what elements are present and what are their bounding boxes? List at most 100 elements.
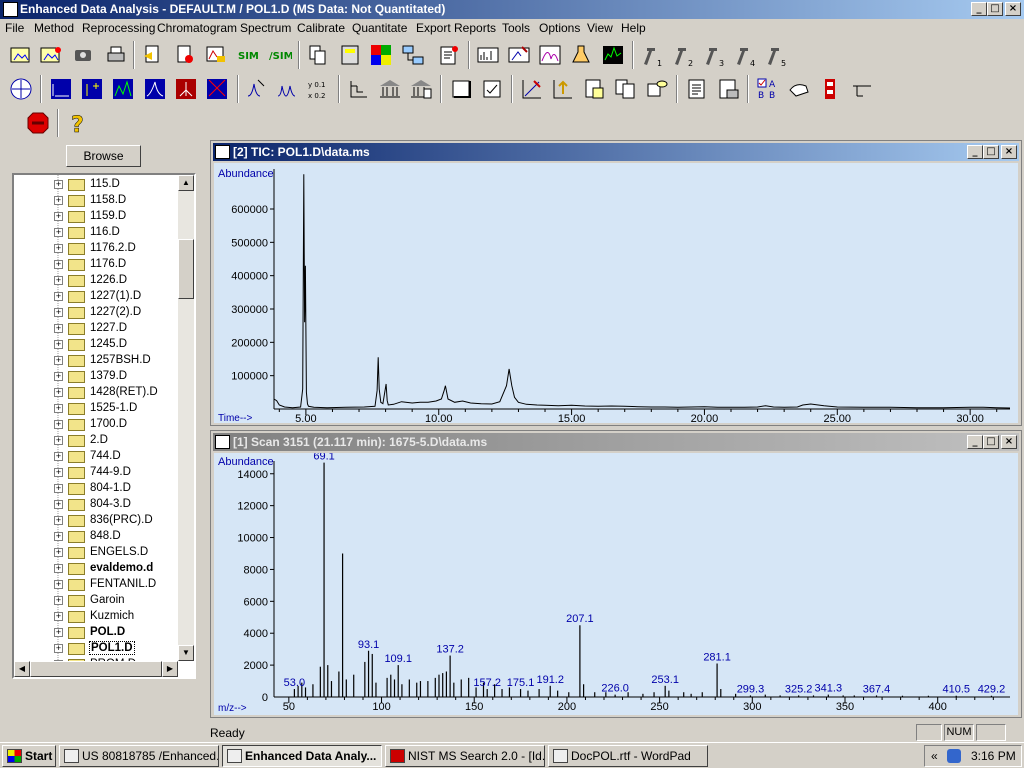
hammer-1-icon[interactable]: 1	[641, 42, 667, 68]
scan-close-button[interactable]: ×	[1001, 435, 1017, 449]
save-file-icon[interactable]	[172, 42, 198, 68]
expand-icon[interactable]: +	[54, 644, 63, 653]
spectrum-plot-area[interactable]: Abundance m/z--> 0 2000 4000 6000 8000 10000 120…	[214, 453, 1018, 715]
hammer-4-icon[interactable]: 4	[734, 42, 760, 68]
menu-help[interactable]: Help	[621, 21, 646, 35]
tic-plot-area[interactable]: Abundance Time--> 100000 200000 300000 400000…	[214, 163, 1018, 423]
expand-icon[interactable]: +	[54, 356, 63, 365]
library-search-icon[interactable]	[408, 76, 434, 102]
report-print-icon[interactable]	[715, 76, 741, 102]
expand-icon[interactable]: +	[54, 532, 63, 541]
sim-2-icon[interactable]: /SIM	[266, 42, 294, 68]
taskbar-item-enhanced-1[interactable]: US 80818785 /Enhanced...	[59, 745, 219, 767]
quant-db-icon[interactable]	[644, 76, 670, 102]
calibration-table-icon[interactable]	[581, 76, 607, 102]
menu-reprocessing[interactable]: Reprocessing	[82, 21, 155, 35]
chrom-peak-icon[interactable]	[142, 76, 168, 102]
tray-app-icon[interactable]	[947, 749, 961, 763]
expand-icon[interactable]: +	[54, 404, 63, 413]
menu-export-reports[interactable]: Export Reports	[416, 21, 496, 35]
scroll-left-button[interactable]: ◀	[14, 661, 30, 677]
expand-icon[interactable]: +	[54, 212, 63, 221]
compass-icon[interactable]	[8, 76, 34, 102]
edit-spectrum-icon[interactable]	[506, 42, 532, 68]
tic-minimize-button[interactable]: _	[967, 145, 983, 159]
tree-view-icon[interactable]	[346, 76, 372, 102]
expand-icon[interactable]: +	[54, 196, 63, 205]
sim-icon[interactable]: SIM	[235, 42, 261, 68]
scroll-thumb[interactable]	[178, 239, 194, 299]
menu-calibrate[interactable]: Calibrate	[297, 21, 345, 35]
print-icon[interactable]	[103, 42, 129, 68]
menu-tools[interactable]: Tools	[502, 21, 530, 35]
hscroll-thumb[interactable]	[30, 661, 162, 677]
maximize-button[interactable]: □	[987, 2, 1003, 16]
expand-icon[interactable]: +	[54, 180, 63, 189]
menu-method[interactable]: Method	[34, 21, 74, 35]
scan-maximize-button[interactable]: □	[983, 435, 999, 449]
browse-button[interactable]: Browse	[66, 145, 141, 167]
menu-view[interactable]: View	[587, 21, 613, 35]
scroll-up-button[interactable]: ▲	[178, 175, 194, 191]
abc-icon[interactable]: ABB	[755, 76, 781, 102]
chrom-overlay-icon[interactable]	[110, 76, 136, 102]
copy-file-icon[interactable]	[140, 42, 166, 68]
hammer-2-icon[interactable]: 2	[672, 42, 698, 68]
integrate-icon[interactable]	[203, 42, 229, 68]
calculator-icon[interactable]	[337, 42, 363, 68]
tree-horizontal-scrollbar[interactable]: ◀ ▶	[14, 661, 178, 677]
close-button[interactable]: ×	[1005, 2, 1021, 16]
menu-spectrum[interactable]: Spectrum	[240, 21, 291, 35]
color-palette-icon[interactable]	[368, 42, 394, 68]
expand-icon[interactable]: +	[54, 276, 63, 285]
stop-icon[interactable]	[25, 110, 51, 136]
peak-double-icon[interactable]	[275, 76, 301, 102]
expand-icon[interactable]: +	[54, 436, 63, 445]
menu-options[interactable]: Options	[539, 21, 580, 35]
xy-values-icon[interactable]: y 0.1 x 0.2	[306, 76, 332, 102]
hammer-3-icon[interactable]: 3	[703, 42, 729, 68]
checked-page-icon[interactable]	[479, 76, 505, 102]
menu-chromatogram[interactable]: Chromatogram	[157, 21, 237, 35]
expand-icon[interactable]: +	[54, 596, 63, 605]
expand-icon[interactable]: +	[54, 388, 63, 397]
expand-icon[interactable]: +	[54, 324, 63, 333]
expand-icon[interactable]: +	[54, 628, 63, 637]
expand-icon[interactable]: +	[54, 260, 63, 269]
spectrum-view-icon[interactable]	[475, 42, 501, 68]
expand-icon[interactable]: +	[54, 612, 63, 621]
snapshot-icon[interactable]	[70, 42, 96, 68]
menu-quantitate[interactable]: Quantitate	[352, 21, 407, 35]
hammer-5-icon[interactable]: 5	[765, 42, 791, 68]
tic-close-button[interactable]: ×	[1001, 145, 1017, 159]
calibration-up-icon[interactable]	[550, 76, 576, 102]
blank-page-icon[interactable]	[448, 76, 474, 102]
taskbar-item-enhanced-data-analysis[interactable]: Enhanced Data Analy...	[222, 745, 382, 767]
report-icon[interactable]	[436, 42, 462, 68]
expand-icon[interactable]: +	[54, 308, 63, 317]
expand-icon[interactable]: +	[54, 484, 63, 493]
taskbar-item-nist-ms-search[interactable]: NIST MS Search 2.0 - [Id...	[385, 745, 545, 767]
quant-copy-icon[interactable]	[612, 76, 638, 102]
report-page-icon[interactable]	[684, 76, 710, 102]
peak-select-icon[interactable]	[244, 76, 270, 102]
expand-icon[interactable]: +	[54, 340, 63, 349]
data-file-tree[interactable]: +115.D +1158.D +1159.D +116.D +1176.2.D +1176…	[12, 173, 196, 679]
expand-icon[interactable]: +	[54, 372, 63, 381]
chrom-add-icon[interactable]	[79, 76, 105, 102]
chrom-person-icon[interactable]	[173, 76, 199, 102]
scan-minimize-button[interactable]: _	[967, 435, 983, 449]
expand-icon[interactable]: +	[54, 244, 63, 253]
menu-file[interactable]: File	[5, 21, 24, 35]
expand-icon[interactable]: +	[54, 292, 63, 301]
expand-icon[interactable]: +	[54, 452, 63, 461]
integrate-line-icon[interactable]	[849, 76, 875, 102]
help-icon[interactable]: ?	[64, 110, 90, 139]
taskbar-item-wordpad[interactable]: DocPOL.rtf - WordPad	[548, 745, 708, 767]
minimize-button[interactable]: _	[971, 2, 987, 16]
start-button[interactable]: Start	[2, 745, 56, 767]
expand-icon[interactable]: +	[54, 516, 63, 525]
calibration-curve-icon[interactable]	[519, 76, 545, 102]
open-data-icon[interactable]	[8, 42, 34, 68]
expand-icon[interactable]: +	[54, 468, 63, 477]
